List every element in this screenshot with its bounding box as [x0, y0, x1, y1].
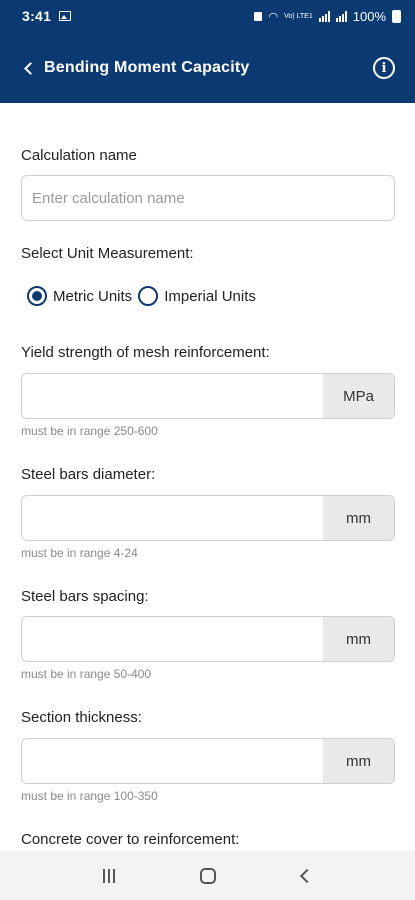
section-thickness-label: Section thickness: [21, 709, 142, 726]
concrete-cover-label: Concrete cover to reinforcement: [21, 831, 240, 848]
section-thickness-field: mm [21, 738, 395, 784]
info-button[interactable]: i [373, 57, 395, 79]
calc-name-input[interactable] [21, 175, 395, 221]
battery-icon [392, 9, 401, 23]
status-bar: 3:41 ◠ Vo) LTE1 100% [0, 0, 415, 32]
metric-radio-option[interactable]: Metric Units [27, 286, 132, 306]
calc-name-label: Calculation name [21, 147, 137, 164]
bar-spacing-input[interactable] [22, 617, 323, 661]
yield-strength-label: Yield strength of mesh reinforcement: [21, 344, 270, 361]
volte-label: Vo) LTE1 [284, 12, 313, 20]
unit-suffix: mm [323, 739, 394, 783]
unit-radio-group: Metric Units Imperial Units [27, 286, 262, 306]
section-thickness-hint: must be in range 100-350 [21, 789, 158, 803]
unit-suffix: mm [323, 496, 394, 540]
bar-diameter-field: mm [21, 495, 395, 541]
bar-diameter-hint: must be in range 4-24 [21, 546, 138, 560]
bar-spacing-field: mm [21, 616, 395, 662]
back-icon[interactable] [300, 868, 315, 883]
bar-diameter-label: Steel bars diameter: [21, 466, 156, 483]
gallery-notification-icon [59, 11, 72, 21]
section-thickness-input[interactable] [22, 739, 323, 783]
imperial-units-label: Imperial Units [164, 287, 256, 305]
yield-strength-field: MPa [21, 373, 395, 419]
status-icons: ◠ Vo) LTE1 100% [254, 9, 401, 24]
back-button[interactable]: Bending Moment Capacity [24, 59, 250, 77]
lock-icon [254, 11, 263, 21]
info-icon: i [381, 60, 387, 76]
home-icon[interactable] [200, 867, 217, 884]
chevron-left-icon [24, 62, 37, 75]
units-label: Select Unit Measurement: [21, 245, 194, 262]
bar-diameter-input[interactable] [22, 496, 323, 540]
page-title: Bending Moment Capacity [44, 59, 250, 76]
bar-spacing-hint: must be in range 50-400 [21, 667, 152, 681]
unit-suffix: mm [323, 617, 394, 661]
metric-units-label: Metric Units [53, 287, 133, 305]
signal-icon [318, 10, 330, 22]
unit-suffix: MPa [323, 374, 394, 418]
recent-apps-icon[interactable] [102, 868, 115, 883]
radio-unchecked[interactable] [138, 286, 159, 306]
yield-strength-hint: must be in range 250-600 [21, 424, 158, 438]
wifi-icon: ◠ [268, 10, 279, 23]
radio-checked[interactable] [27, 286, 47, 306]
yield-strength-input[interactable] [22, 374, 323, 418]
imperial-radio-option[interactable]: Imperial Units [138, 286, 256, 306]
status-time: 3:41 [22, 8, 52, 24]
toolbar: Bending Moment Capacity i [0, 48, 415, 88]
bar-spacing-label: Steel bars spacing: [21, 588, 149, 605]
battery-percent: 100% [352, 8, 386, 24]
system-nav-bar [0, 851, 415, 900]
app-bar: 3:41 ◠ Vo) LTE1 100% Bending Moment Capa… [0, 0, 415, 103]
signal-icon-2 [335, 10, 347, 22]
